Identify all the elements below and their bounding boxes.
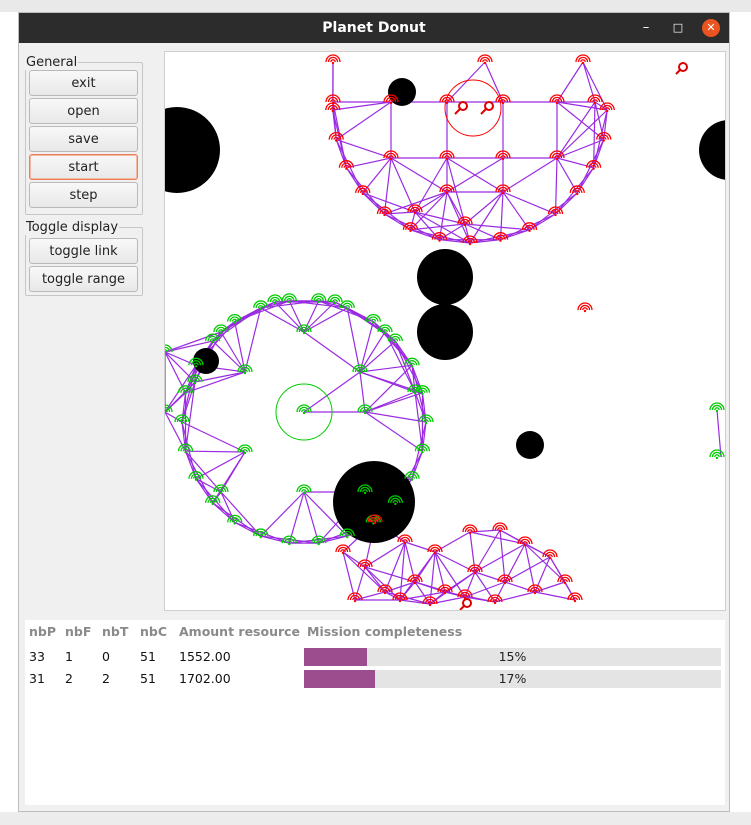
stats-table: nbP nbF nbT nbC Amount resource Mission … [25,620,725,805]
robot-wifi-icon [177,385,194,396]
robot-wifi-icon [407,574,423,585]
close-icon[interactable]: ✕ [702,19,720,37]
step-button[interactable]: step [29,182,138,208]
robot-wifi-icon [338,160,355,170]
obstacle [165,107,220,193]
cell-nbt: 0 [102,649,110,664]
robot-wifi-icon [296,404,312,415]
app-window: Planet Donut – □ ✕ General exit open sav… [18,12,730,812]
robot-wifi-icon [587,94,603,105]
desktop-background [0,0,751,12]
robot-wifi-icon [327,294,343,305]
cell-nbf: 1 [65,649,73,664]
toggle-display-legend: Toggle display [26,220,119,235]
obstacle [417,249,473,305]
completeness-label: 15% [498,649,527,664]
simulation-drawing [165,54,725,610]
obstacle [699,120,725,180]
robot-wifi-icon [397,534,413,545]
open-button[interactable]: open [29,98,138,124]
maximize-icon[interactable]: □ [669,19,687,37]
robot-wifi-icon [325,54,341,65]
cell-nbc: 51 [140,671,156,686]
base-center-icon [459,598,472,610]
toggle-range-button[interactable]: toggle range [29,266,138,292]
robot-wifi-icon [352,364,368,375]
obstacle [417,304,473,360]
base-center-icon [675,62,688,75]
robot-wifi-icon [418,414,434,425]
header-amount-resource: Amount resource [179,624,301,639]
start-button[interactable]: start [29,154,138,180]
cell-nbf: 2 [65,671,73,686]
simulation-canvas[interactable] [164,51,726,611]
toggle-link-button[interactable]: toggle link [29,238,138,264]
cell-nbp: 33 [29,649,45,664]
robot-wifi-icon [709,402,725,413]
robot-wifi-icon [575,54,591,65]
robot-wifi-icon [596,131,612,142]
window-title: Planet Donut [322,20,426,36]
robot-wifi-icon [477,54,493,65]
robot-wifi-icon [487,594,503,605]
robot-wifi-icon [165,344,173,355]
robot-wifi-icon [599,102,615,113]
completeness-bar: 17% [304,670,721,688]
robot-wifi-icon [709,449,725,460]
minimize-icon[interactable]: – [637,19,655,37]
header-nbc: nbC [140,624,168,639]
base-center-icon [454,101,468,115]
header-nbp: nbP [29,624,57,639]
robot-wifi-icon [296,484,312,495]
completeness-label: 17% [498,671,527,686]
exit-button[interactable]: exit [29,70,138,96]
completeness-bar: 15% [304,648,721,666]
title-bar[interactable]: Planet Donut – □ ✕ [19,13,729,43]
header-nbf: nbF [65,624,92,639]
robot-wifi-icon [577,302,593,313]
robot-wifi-icon [335,544,351,555]
obstacle [388,78,416,106]
save-button[interactable]: save [29,126,138,152]
cell-nbp: 31 [29,671,45,686]
header-nbt: nbT [102,624,129,639]
general-legend: General [26,55,78,70]
robot-wifi-icon [376,206,393,217]
robot-wifi-icon [567,592,583,603]
obstacles [165,78,725,543]
cell-nbc: 51 [140,649,156,664]
base-center-icon [480,101,494,115]
robot-wifi-icon [227,514,243,525]
obstacle [516,431,544,459]
robot-wifi-icon [495,94,511,105]
cell-amount: 1552.00 [179,649,231,664]
cell-amount: 1702.00 [179,671,231,686]
robot-wifi-icon [557,574,573,585]
cell-nbt: 2 [102,671,110,686]
robot-wifi-icon [347,592,363,603]
desktop-background-bottom [0,812,751,825]
header-mission-completeness: Mission completeness [307,624,463,639]
